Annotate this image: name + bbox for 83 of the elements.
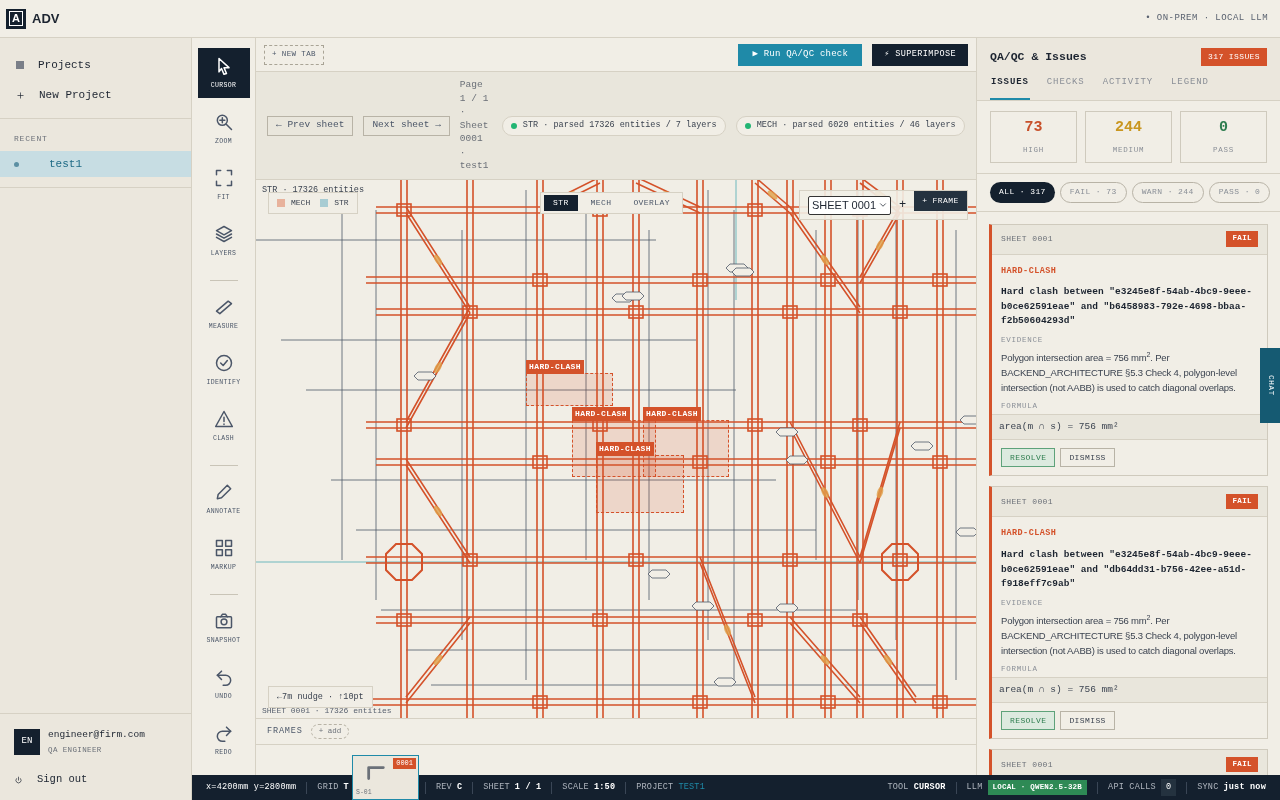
plus-icon (16, 90, 25, 100)
section-heading: RECENT (13, 133, 49, 145)
status-value: CURSOR (913, 781, 946, 794)
clash-region[interactable] (596, 455, 684, 513)
warning-icon (213, 408, 234, 429)
status-key: GRID (317, 781, 339, 794)
run-check-button[interactable]: ▶ Run QA/QC check (738, 43, 863, 66)
check-circle-icon (213, 352, 234, 373)
frames-label: FRAMES (267, 725, 303, 738)
issue-title: Hard clash between "e3245e8f-54ab-4bc9-9eee-b0ce62591eae" and "db64dd31-b756-42ee-a51d-f918eff7c9ab" (1000, 548, 1253, 591)
fit-icon (213, 167, 234, 188)
next-sheet-button[interactable]: Next sheet → (363, 115, 450, 136)
status-key: API CALLS (1108, 781, 1156, 794)
clash-label: HARD-CLASH (596, 442, 654, 456)
formula-text: area(m ∩ s) = 756 mm² (992, 414, 1267, 441)
legend-label: STR (334, 197, 349, 209)
dismiss-button[interactable]: DISMISS (1060, 711, 1115, 730)
recent-project[interactable]: test1 (0, 151, 191, 177)
panel-title: QA/QC & Issues (990, 49, 1087, 66)
status-key: SCALE (562, 781, 589, 794)
layer-status-pill: STR · parsed 17326 entities / 7 layers (501, 115, 726, 136)
prev-sheet-button[interactable]: ← Prev sheet (267, 115, 354, 136)
power-icon (14, 775, 23, 785)
plus-label: + (899, 197, 907, 214)
issue-sheet: SHEET 0001 (1001, 233, 1053, 245)
issue-type: HARD-CLASH (1000, 527, 1058, 540)
superimpose-button[interactable]: ⚡ SUPERIMPOSE (872, 43, 968, 66)
stat-value: 0 (1219, 117, 1228, 138)
stat-value: 73 (1024, 117, 1043, 138)
issue-count-badge: 317 ISSUES (1201, 48, 1267, 66)
mode-label: • ON-PREM · LOCAL LLM (1145, 11, 1268, 25)
status-key: PROJECT (636, 781, 674, 794)
status-key: LLM (966, 781, 983, 794)
evidence-text: Polygon intersection area = 756 mm$^{2}$. Per BACKEND_ARCHITECTURE §5.3 Check 4, polygon-level intersection (not AABB) is used to catch diagonal overlaps. (1000, 350, 1238, 395)
stat-value: 244 (1115, 117, 1142, 138)
clash-label: HARD-CLASH (572, 407, 630, 421)
view-mode-tab[interactable]: OVERLAY (624, 195, 679, 211)
clash-label: HARD-CLASH (526, 360, 584, 374)
chevron-down-icon (878, 200, 888, 210)
user-email: engineer@firm.com (48, 727, 145, 742)
view-mode-tab[interactable]: MECH (581, 195, 621, 211)
issue-title: Hard clash between "e3245e8f-54ab-4bc9-9eee-b0ce62591eae" and "b6458983-792e-4698-bbaa-f2b50604293d" (1000, 285, 1253, 329)
view-mode-tab[interactable]: STR (544, 195, 578, 211)
canvas-status: SHEET 0001 · 17326 entities (262, 705, 392, 717)
cursor-coordinates: x=4200mm y=2800mm (206, 781, 297, 794)
resolve-button[interactable]: RESOLVE (1001, 448, 1056, 468)
issue-type: HARD-CLASH (1000, 264, 1058, 278)
app-name: ADV (32, 9, 60, 28)
issue-sheet: SHEET 0001 (1001, 758, 1053, 771)
grid-icon (213, 537, 234, 558)
resolve-button[interactable]: RESOLVE (1001, 711, 1056, 730)
panel-tab[interactable]: ISSUES (990, 76, 1030, 100)
evidence-text: Polygon intersection area = 756 mm$^{2}$. Per BACKEND_ARCHITECTURE §5.3 Check 4, polygon-level intersection (not AABB) is used to catch diagonal overlaps. (1000, 613, 1238, 658)
status-value: C (456, 781, 463, 794)
add-frame-button[interactable]: + FRAME (914, 191, 967, 211)
nav-item[interactable]: New Project (0, 84, 191, 106)
logo-letter: A (9, 11, 23, 26)
sheet-dropdown[interactable]: SHEET 0001 (808, 195, 891, 215)
status-value: 1 / 1 (514, 781, 542, 794)
status-key: REV (435, 781, 452, 794)
page-info: Page 1 / 1 · Sheet 0001 · test1 (459, 78, 490, 173)
clash-label: HARD-CLASH (643, 407, 701, 421)
user-avatar: EN (14, 729, 40, 755)
nudge-hint: ←7m nudge · ↑10pt (268, 686, 373, 708)
legend-label: MECH (291, 197, 311, 209)
status-key: SHEET (483, 781, 510, 794)
dismiss-button[interactable]: DISMISS (1060, 448, 1115, 468)
status-key: SYNC (1197, 781, 1219, 794)
status-value: TEST1 (678, 781, 705, 794)
layers-icon (213, 223, 234, 244)
issue-sheet: SHEET 0001 (1001, 495, 1053, 508)
layer-status-pill: MECH · parsed 6020 entities / 46 layers (735, 115, 965, 136)
status-value: T (343, 781, 349, 794)
status-value: 1:50 (593, 781, 616, 794)
status-key: TOOL (887, 781, 909, 794)
nav-item[interactable]: Projects (0, 54, 191, 76)
sign-out-button[interactable]: Sign out (14, 772, 177, 788)
square-icon (16, 61, 24, 69)
status-value: 0 (1160, 779, 1177, 796)
clash-region[interactable] (526, 373, 613, 406)
formula-text: area(m ∩ s) = 756 mm² (992, 677, 1267, 703)
status-value: just now (1223, 781, 1266, 794)
filter-chip[interactable]: ALL · 317 (990, 181, 1055, 203)
